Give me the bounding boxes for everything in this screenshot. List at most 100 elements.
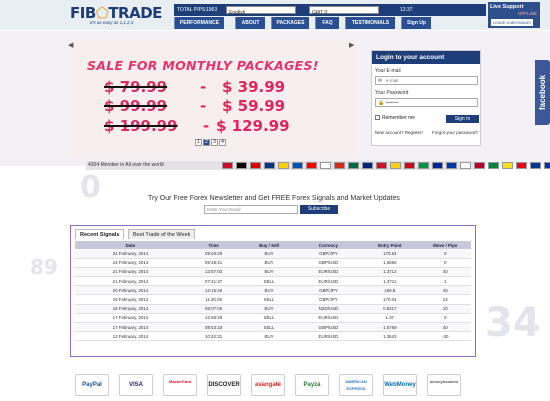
table-cell: SELL — [241, 294, 297, 305]
table-row: 17 February, 2014 08:53:18 SELL GBP/USD 1.67… — [75, 322, 471, 333]
subscribe-button[interactable]: Subscribe — [300, 205, 338, 214]
nav-about[interactable]: ABOUT — [235, 17, 265, 29]
signals-panel: Recent Signals Best Trade of the Week Da… — [70, 225, 476, 357]
member-flags-bar: 4204 Member in All over the world — [86, 161, 550, 170]
forgot-password-link[interactable]: Forgot your password? — [432, 130, 478, 135]
clock: 12:37 — [400, 7, 413, 13]
table-row: 21 February, 2014 07:41:37 SELL EUR/USD 1.37… — [75, 276, 471, 287]
pager-dot-active[interactable]: 2 — [203, 139, 210, 146]
nav-faq[interactable]: FAQ — [315, 17, 339, 29]
email-field[interactable]: ✉ e-mail — [375, 76, 478, 85]
remember-me-checkbox[interactable]: Remember me — [375, 115, 415, 121]
table-cell: 20 February, 2014 — [75, 285, 186, 296]
payment-methods: PayPal VISA MasterCard DISCOVER avangate Payz… — [75, 374, 475, 396]
newsletter-text: Try Our Free Forex Newsletter and Get FR… — [148, 195, 400, 202]
table-cell: 1 — [419, 276, 471, 287]
country-flag-icon — [292, 162, 303, 169]
country-flag-icon — [530, 162, 541, 169]
table-cell: 12 February, 2014 — [75, 331, 186, 342]
column-header: Entry Point — [360, 241, 420, 249]
table-cell: 17 February, 2014 — [75, 313, 186, 324]
table-cell: SELL — [241, 322, 297, 333]
signals-table: Date Time Buy / Sell Currency Entry Point Mov… — [75, 241, 471, 342]
tab-best-trade[interactable]: Best Trade of the Week — [128, 229, 196, 239]
table-cell: 1.6666 — [360, 258, 420, 268]
old-price: $ 99.99 — [104, 97, 168, 115]
table-cell: 40 — [419, 285, 471, 296]
price-dash: - — [203, 117, 210, 135]
table-cell: 21 February, 2014 — [75, 276, 186, 287]
carousel-next-icon[interactable]: ▶ — [349, 41, 357, 49]
table-cell: 1.6769 — [360, 322, 420, 333]
facebook-tab[interactable]: facebook — [535, 60, 550, 125]
column-header: Time — [185, 241, 242, 249]
table-cell: 19 February, 2014 — [75, 294, 186, 305]
table-cell: SELL — [241, 276, 297, 287]
table-cell: 13:57:03 — [185, 267, 242, 278]
column-header: Currency — [296, 241, 361, 249]
login-title: Login to your account — [372, 51, 480, 64]
payment-logo: PayPal — [75, 374, 109, 396]
country-flag-icon — [488, 162, 499, 169]
live-support-title: Live Support — [490, 4, 524, 10]
nav-signup[interactable]: Sign Up — [401, 17, 431, 29]
timezone-select[interactable]: GMT 0 — [309, 6, 379, 16]
nav-packages[interactable]: PACKAGES — [271, 17, 309, 29]
table-cell: 12:15:26 — [185, 285, 242, 296]
password-label: Your Password — [375, 90, 409, 96]
lock-icon: 🔒 — [378, 100, 385, 106]
table-cell: 0 — [419, 249, 471, 259]
carousel-prev-icon[interactable]: ◀ — [68, 41, 76, 49]
payment-logo: avangate — [251, 374, 285, 396]
country-flag-icon — [474, 162, 485, 169]
payment-logo: VISA — [119, 374, 153, 396]
pager-dot[interactable]: 1 — [195, 139, 202, 146]
table-cell: 07:41:37 — [185, 276, 242, 287]
tab-recent-signals[interactable]: Recent Signals — [75, 229, 125, 239]
payment-logo: MasterCard — [163, 374, 197, 396]
table-cell: 08:07:05 — [185, 304, 242, 314]
column-header: Buy / Sell — [241, 241, 297, 249]
leave-message-link[interactable]: LEAVE A MESSAGE! — [491, 19, 533, 26]
table-cell: BUY — [241, 304, 297, 314]
nav-testimonials[interactable]: TESTIMONIALS — [345, 17, 395, 29]
table-cell: EUR/USD — [296, 331, 361, 342]
table-cell: 1.3643 — [360, 331, 420, 342]
table-cell: GBP/JPY — [296, 294, 361, 305]
logo[interactable]: FIB⬠TRADE It's as easy as 1,1,2,3 — [70, 4, 172, 26]
pager-dot[interactable]: 3 — [211, 139, 218, 146]
table-cell: 14 — [419, 294, 471, 305]
country-flag-icon — [334, 162, 345, 169]
nav-performance[interactable]: PERFORMANCE — [174, 17, 224, 29]
table-cell: 10 — [419, 304, 471, 314]
country-flag-icon — [362, 162, 373, 169]
table-cell: BUY — [241, 267, 297, 278]
live-support-status: OFFLINE — [517, 11, 537, 16]
newsletter-email-input[interactable]: Enter Your Email — [204, 205, 298, 214]
signin-button[interactable]: Sign In — [446, 115, 479, 123]
language-select[interactable]: English — [226, 6, 296, 16]
table-cell: GBP/JPY — [296, 249, 361, 259]
table-cell: 0 — [419, 313, 471, 324]
column-header: Move / Pips — [419, 241, 471, 249]
live-support-widget[interactable]: Live Support OFFLINE LEAVE A MESSAGE! — [488, 2, 540, 28]
register-link[interactable]: New account? Register! — [375, 130, 423, 135]
login-panel: Login to your account Your E-mail ✉ e-mai… — [371, 50, 481, 146]
envelope-icon: ✉ — [378, 78, 383, 84]
country-flag-icon — [404, 162, 415, 169]
price-dash: - — [200, 97, 207, 115]
table-cell: BUY — [241, 249, 297, 259]
table-cell: 08:53:18 — [185, 322, 242, 333]
country-flag-icon — [432, 162, 443, 169]
table-cell: 170.64 — [360, 249, 420, 259]
table-row: 20 February, 2014 12:15:26 BUY GBP/JPY 169.8… — [75, 285, 471, 296]
country-flag-icon — [460, 162, 471, 169]
table-cell: GBP/USD — [296, 258, 361, 268]
password-field[interactable]: 🔒 •••••••• — [375, 98, 478, 107]
checkbox-icon — [375, 115, 380, 121]
pager-dot[interactable]: 4 — [219, 139, 226, 146]
country-flag-icon — [446, 162, 457, 169]
country-flag-icon — [348, 162, 359, 169]
country-flag-icon — [418, 162, 429, 169]
table-cell: 1.3712 — [360, 267, 420, 278]
